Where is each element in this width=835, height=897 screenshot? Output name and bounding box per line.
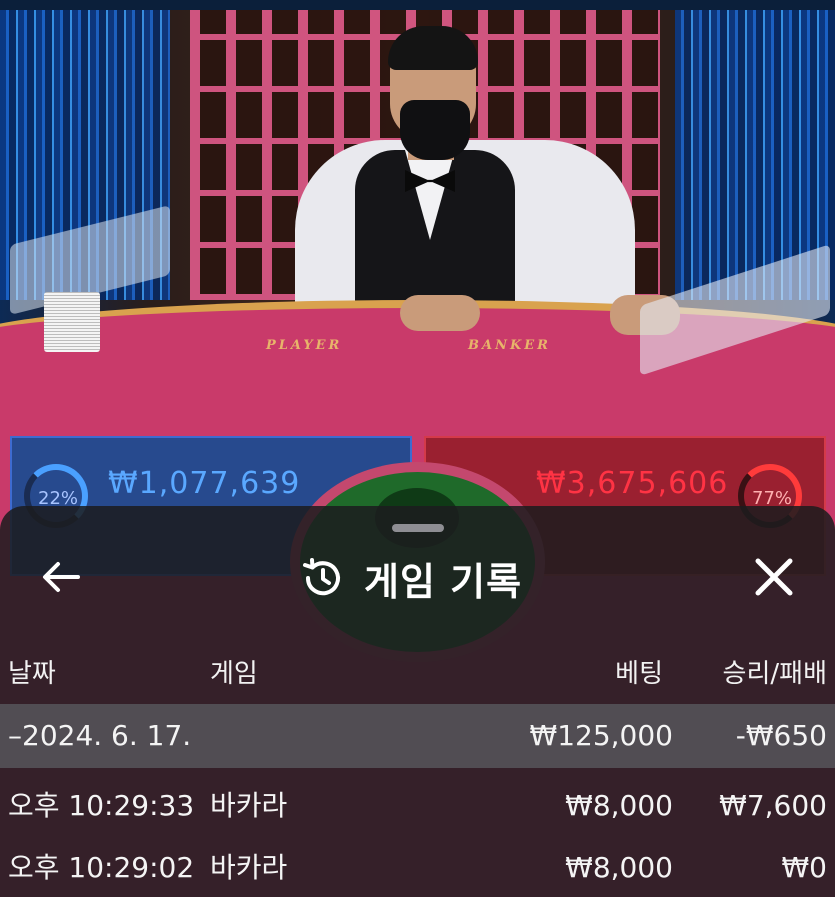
dealer-hand-left bbox=[400, 295, 480, 331]
row-time: 오후 10:29:33 bbox=[8, 789, 195, 822]
close-icon bbox=[755, 558, 793, 596]
column-header-win-loss: 승리/패배 bbox=[722, 659, 827, 689]
banker-total-bet: ₩3,675,606 bbox=[536, 466, 729, 501]
column-header-bet: 베팅 bbox=[615, 659, 663, 689]
close-button[interactable] bbox=[744, 552, 804, 602]
player-total-bet: ₩1,077,639 bbox=[108, 466, 301, 501]
table-row[interactable]: 오후 10:29:02 바카라 ₩8,000 ₩0 bbox=[0, 838, 835, 897]
group-bet-total: ₩125,000 bbox=[529, 719, 673, 752]
dealer-mask bbox=[400, 100, 470, 160]
history-table-header: 날짜 게임 베팅 승리/패배 bbox=[0, 648, 835, 700]
row-game: 바카라 bbox=[210, 789, 288, 822]
table-label-player: PLAYER bbox=[266, 338, 343, 353]
sheet-drag-handle[interactable] bbox=[392, 524, 444, 532]
column-header-date: 날짜 bbox=[8, 659, 56, 689]
row-bet: ₩8,000 bbox=[565, 851, 673, 884]
back-button[interactable] bbox=[30, 552, 90, 602]
row-win-loss: ₩7,600 bbox=[719, 789, 827, 822]
history-icon bbox=[303, 558, 340, 596]
group-win-loss-total: -₩650 bbox=[735, 719, 827, 752]
top-bar bbox=[0, 0, 835, 10]
arrow-left-icon bbox=[43, 562, 80, 592]
sheet-header: 게임 기록 bbox=[0, 542, 835, 612]
column-header-game: 게임 bbox=[210, 659, 258, 689]
sheet-title: 게임 기록 bbox=[364, 559, 523, 604]
table-row[interactable]: 오후 10:29:33 바카라 ₩8,000 ₩7,600 bbox=[0, 776, 835, 836]
row-time: 오후 10:29:02 bbox=[8, 851, 195, 884]
group-date: –2024. 6. 17. bbox=[8, 719, 192, 752]
row-win-loss: ₩0 bbox=[781, 851, 828, 884]
sheet-title-group: 게임 기록 bbox=[300, 554, 522, 604]
game-history-sheet: 게임 기록 날짜 게임 베팅 승리/패배 –2024. 6. 17. ₩125,… bbox=[0, 506, 835, 897]
row-game: 바카라 bbox=[210, 851, 288, 884]
card-stack bbox=[44, 292, 100, 352]
row-bet: ₩8,000 bbox=[565, 789, 673, 822]
table-label-banker: BANKER bbox=[468, 338, 551, 353]
date-group-row[interactable]: –2024. 6. 17. ₩125,000 -₩650 bbox=[0, 704, 835, 768]
